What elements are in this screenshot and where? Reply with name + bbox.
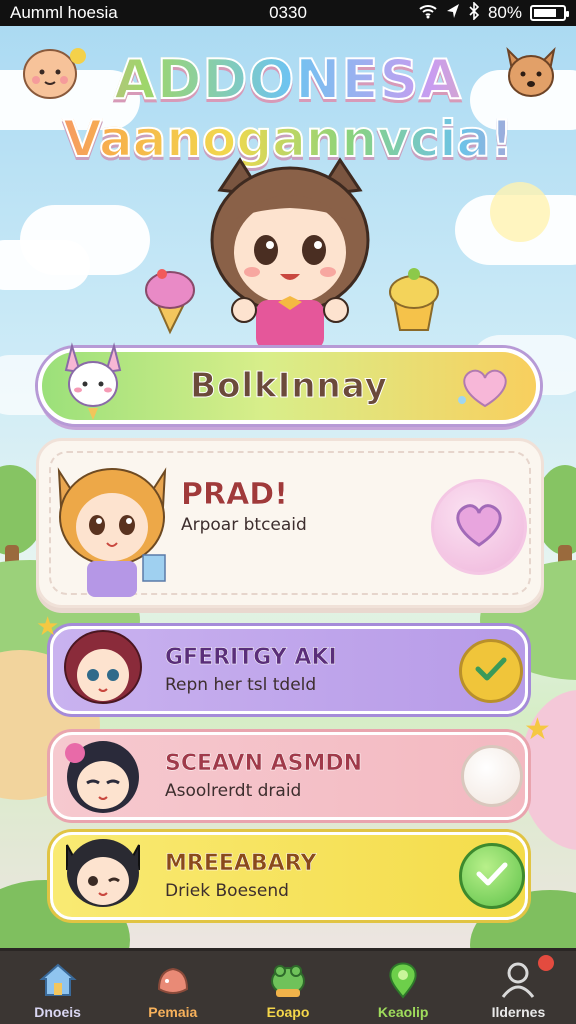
select-button[interactable] xyxy=(461,745,523,807)
check-icon xyxy=(475,860,509,892)
bunny-icon xyxy=(58,342,128,422)
featured-card[interactable]: PRAD! Arpoar btceaid xyxy=(36,438,544,608)
star-icon: ★ xyxy=(524,712,551,747)
cat-girl-avatar xyxy=(47,451,177,601)
notification-badge xyxy=(536,953,557,973)
nav-label: Eoapo xyxy=(266,1004,310,1020)
bag-icon xyxy=(153,959,193,999)
mascot-character xyxy=(200,150,380,350)
nav-item-shop[interactable]: Pemaia xyxy=(115,951,230,1024)
list-item-subtitle: Repn her tsl tdeld xyxy=(165,675,317,695)
battery-icon xyxy=(530,5,569,21)
nav-item-home[interactable]: Dnoeis xyxy=(0,951,115,1024)
check-button[interactable] xyxy=(459,639,523,703)
avatar xyxy=(57,731,149,823)
start-button[interactable]: BolkInnay xyxy=(38,342,540,424)
heart-icon xyxy=(451,501,507,553)
location-icon xyxy=(446,3,460,24)
frog-icon xyxy=(268,959,308,999)
wifi-icon xyxy=(418,3,438,24)
nav-label: Keaolip xyxy=(377,1004,429,1020)
nav-label: Pemaia xyxy=(148,1004,198,1020)
list-item[interactable]: GFERITGY AKI Repn her tsl tdeld xyxy=(50,626,528,714)
heart-cloud-icon xyxy=(456,364,514,410)
bluetooth-icon xyxy=(468,0,480,25)
ice-cream-icon xyxy=(140,264,202,336)
check-icon xyxy=(474,655,508,687)
pin-icon xyxy=(383,959,423,999)
favorite-button[interactable] xyxy=(431,479,527,575)
list-item-name: MREEABARY xyxy=(165,851,317,877)
list-item[interactable]: MREEABARY Driek Boesend xyxy=(50,832,528,920)
list-item-subtitle: Driek Boesend xyxy=(165,881,289,901)
nav-item-map[interactable]: Keaolip xyxy=(346,951,461,1024)
home-icon xyxy=(38,959,78,999)
list-item-subtitle: Asoolrerdt draid xyxy=(165,781,302,801)
list-item[interactable]: SCEAVN ASMDN Asoolrerdt draid xyxy=(50,732,528,820)
user-icon xyxy=(498,959,538,999)
nav-label: Ildernes xyxy=(491,1004,546,1020)
check-button[interactable] xyxy=(459,843,525,909)
bottom-nav: Dnoeis Pemaia Eoapo Keaolip Ildernes xyxy=(0,948,576,1024)
list-item-name: SCEAVN ASMDN xyxy=(165,751,363,777)
featured-subtitle: Arpoar btceaid xyxy=(181,515,307,535)
avatar xyxy=(57,623,149,715)
cupcake-icon xyxy=(384,262,444,334)
nav-item-profile[interactable]: Ildernes xyxy=(461,951,576,1024)
start-button-label: BolkInnay xyxy=(190,366,388,407)
carrier-label: Aumml hoesia xyxy=(10,3,118,22)
list-item-name: GFERITGY AKI xyxy=(165,645,337,671)
featured-name: PRAD! xyxy=(181,477,288,513)
avatar xyxy=(57,827,149,919)
nav-label: Dnoeis xyxy=(34,1004,81,1020)
title-line-1: ADDONESA xyxy=(0,47,576,112)
star-icon: ★ xyxy=(36,612,60,642)
battery-percent: 80% xyxy=(487,3,522,22)
nav-item-pets[interactable]: Eoapo xyxy=(230,951,345,1024)
status-bar: Aumml hoesia 0330 80% xyxy=(0,0,576,26)
